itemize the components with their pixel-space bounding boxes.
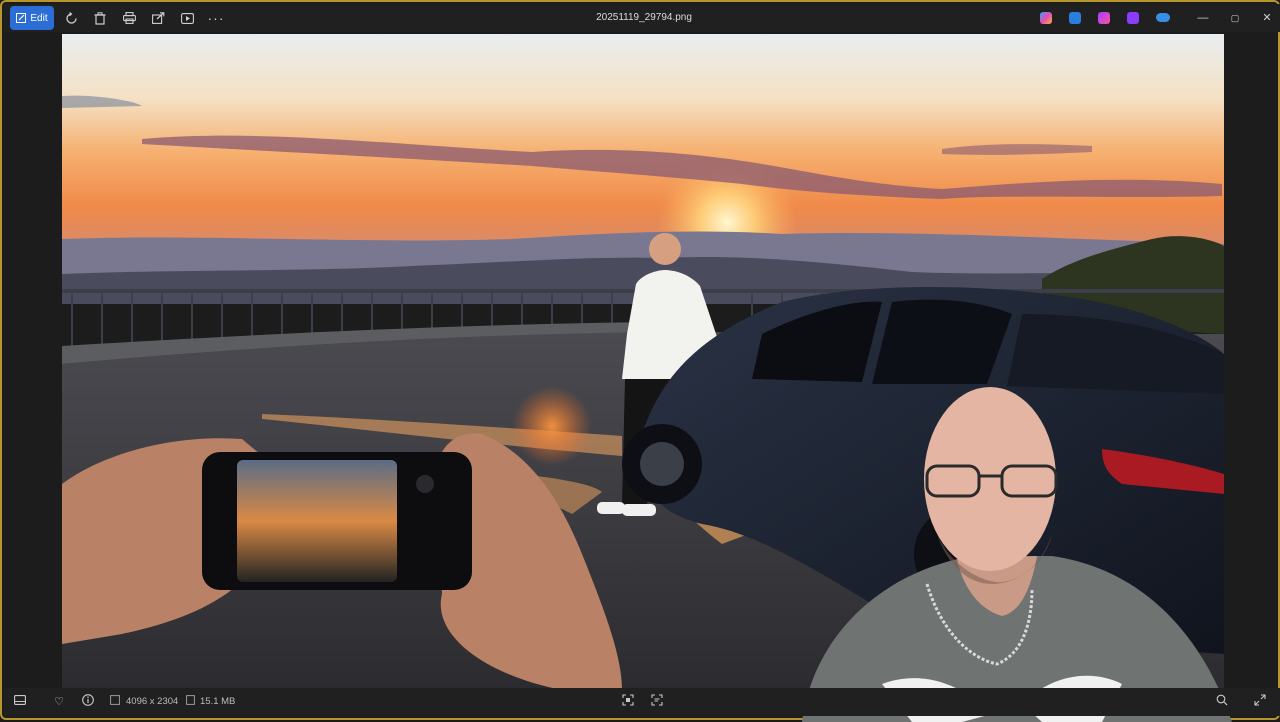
edit-label: Edit <box>30 12 48 24</box>
rotate-icon[interactable] <box>62 9 80 27</box>
edit-button[interactable]: Edit <box>10 6 54 30</box>
bottom-status-bar: ♡ 4096 x 2304 15.1 MB <box>4 688 1280 716</box>
maximize-button[interactable]: ▢ <box>1226 10 1244 26</box>
dimensions-icon <box>107 694 123 710</box>
close-button[interactable]: ✕ <box>1258 10 1276 26</box>
text-extract-icon[interactable] <box>649 694 665 710</box>
filmstrip-icon[interactable] <box>12 694 28 710</box>
slideshow-icon[interactable] <box>178 9 196 27</box>
fit-to-window-icon[interactable] <box>620 694 636 710</box>
top-toolbar: Edit ··· 20251119_29794.png — ▢ ✕ <box>4 4 1280 32</box>
app-icon[interactable] <box>1127 12 1139 24</box>
webcam-overlay <box>802 387 1232 722</box>
share-icon[interactable] <box>149 9 167 27</box>
edit-icon <box>16 13 27 23</box>
onedrive-icon[interactable] <box>1156 13 1170 22</box>
file-name: 20251119_29794.png <box>596 12 692 23</box>
image-dimensions: 4096 x 2304 <box>126 696 179 707</box>
info-icon[interactable] <box>80 694 96 710</box>
print-icon[interactable] <box>120 9 138 27</box>
delete-icon[interactable] <box>91 9 109 27</box>
copilot-icon[interactable] <box>1040 12 1052 24</box>
file-size: 15.1 MB <box>200 696 236 707</box>
favorite-icon[interactable]: ♡ <box>51 694 67 710</box>
clipchamp-icon[interactable] <box>1098 12 1110 24</box>
file-size-icon <box>182 694 198 710</box>
zoom-icon[interactable] <box>1214 694 1230 710</box>
minimize-button[interactable]: — <box>1194 10 1212 26</box>
photos-window: Edit ··· 20251119_29794.png — ▢ ✕ ♡ 4096… <box>0 0 1280 722</box>
designer-icon[interactable] <box>1069 12 1081 24</box>
fullscreen-icon[interactable] <box>1252 694 1268 710</box>
more-icon[interactable]: ··· <box>207 9 225 27</box>
